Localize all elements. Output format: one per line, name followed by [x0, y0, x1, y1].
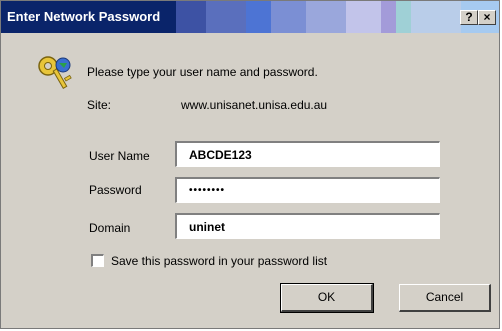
- help-icon: ?: [465, 10, 473, 24]
- close-button[interactable]: ×: [478, 10, 496, 25]
- prompt-text: Please type your user name and password.: [87, 65, 318, 79]
- domain-field[interactable]: uninet: [175, 213, 440, 239]
- title-bar: Enter Network Password ? ×: [1, 1, 499, 33]
- save-password-label[interactable]: Save this password in your password list: [111, 254, 327, 268]
- password-field[interactable]: ••••••••: [175, 177, 440, 203]
- username-label: User Name: [89, 149, 150, 163]
- save-password-checkbox[interactable]: [91, 254, 104, 267]
- key-icon: [38, 56, 72, 90]
- help-button[interactable]: ?: [460, 10, 478, 25]
- username-field[interactable]: ABCDE123: [175, 141, 440, 167]
- site-label: Site:: [87, 98, 112, 112]
- network-password-dialog: Enter Network Password ? × Please type y…: [0, 0, 500, 329]
- cancel-button[interactable]: Cancel: [399, 284, 491, 312]
- window-title: Enter Network Password: [7, 9, 161, 24]
- close-icon: ×: [483, 10, 491, 24]
- site-value: www.unisanet.unisa.edu.au: [181, 98, 328, 112]
- password-label: Password: [89, 183, 142, 197]
- domain-label: Domain: [89, 221, 131, 235]
- ok-button[interactable]: OK: [280, 283, 374, 313]
